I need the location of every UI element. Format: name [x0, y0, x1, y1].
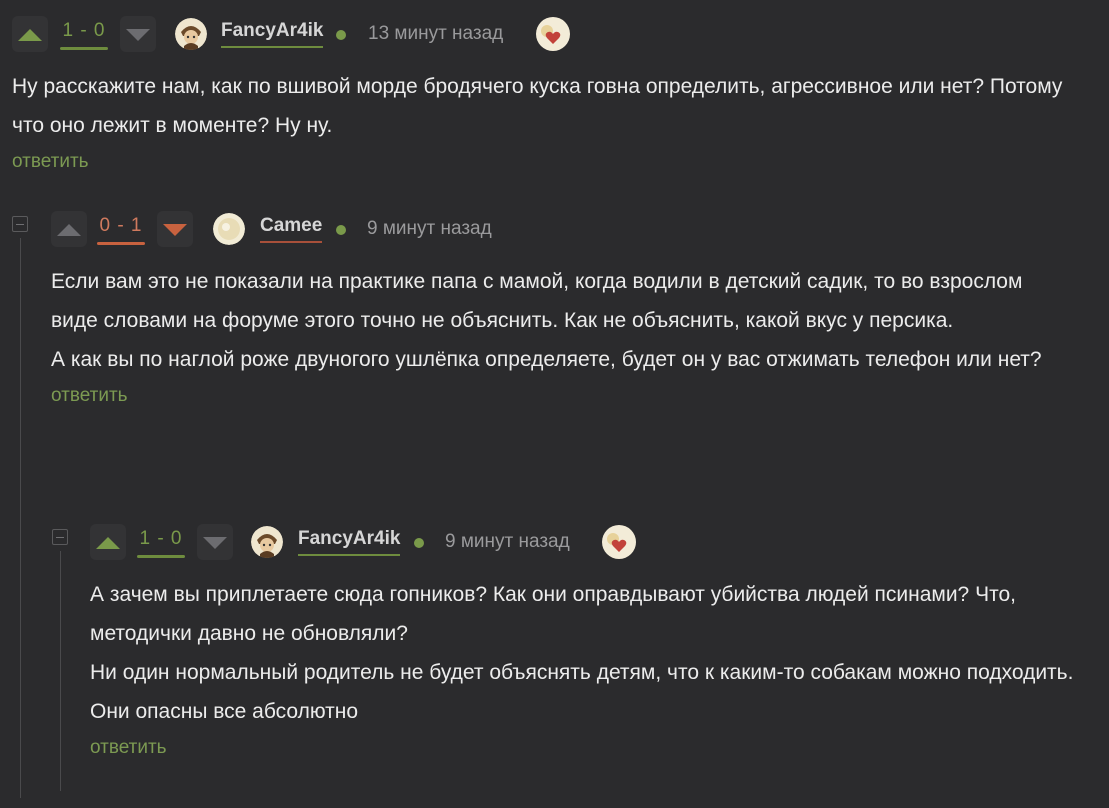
- rating-value: 1 - 0: [139, 528, 183, 549]
- arrow-down-icon: [126, 29, 150, 41]
- upvote-button[interactable]: [51, 211, 87, 247]
- arrow-up-icon: [18, 29, 42, 41]
- comment-text: Ну расскажите нам, как по вшивой морде б…: [12, 75, 1063, 137]
- heart-award-icon[interactable]: [601, 524, 637, 560]
- comment-header: 0 - 1 Camee 9 минут назад: [51, 211, 1091, 251]
- arrow-up-icon: [96, 537, 120, 549]
- upvote-button[interactable]: [90, 524, 126, 560]
- rating-bar: [137, 555, 185, 558]
- thread-line: [20, 238, 21, 798]
- arrow-down-icon: [203, 537, 227, 549]
- timestamp[interactable]: 9 минут назад: [367, 218, 492, 240]
- username[interactable]: Camee: [260, 215, 323, 243]
- comment-text: Если вам это не показали на практике пап…: [51, 262, 1071, 379]
- online-indicator: [336, 30, 346, 40]
- rating-bar: [60, 47, 108, 50]
- reply-link[interactable]: ответить: [51, 385, 128, 407]
- avatar[interactable]: [213, 213, 245, 245]
- comment-1: 1 - 0 FancyAr4ik 13 минут назад Ну расск…: [12, 16, 1082, 173]
- comment-header: 1 - 0 FancyAr4ik 13 минут назад: [12, 16, 1082, 56]
- comment-paragraph: А как вы по наглой роже двуногого ушлёпк…: [51, 348, 1042, 371]
- comment-2: 0 - 1 Camee 9 минут назад Если вам это н…: [51, 211, 1091, 407]
- username[interactable]: FancyAr4ik: [221, 20, 324, 48]
- collapse-icon[interactable]: [12, 216, 28, 232]
- arrow-up-icon: [57, 224, 81, 236]
- downvote-button[interactable]: [197, 524, 233, 560]
- rating-value: 0 - 1: [99, 215, 143, 236]
- comment-header: 1 - 0 FancyAr4ik 9 минут назад: [90, 524, 1100, 564]
- comment-3: 1 - 0 FancyAr4ik 9 минут назад А зачем в…: [90, 524, 1100, 759]
- username[interactable]: FancyAr4ik: [298, 528, 401, 556]
- timestamp[interactable]: 13 минут назад: [368, 23, 503, 45]
- comment-text: А зачем вы приплетаете сюда гопников? Ка…: [90, 575, 1095, 731]
- online-indicator: [414, 538, 424, 548]
- upvote-button[interactable]: [12, 16, 48, 52]
- comment-paragraph: Если вам это не показали на практике пап…: [51, 270, 1023, 332]
- arrow-down-icon: [163, 224, 187, 236]
- reply-link[interactable]: ответить: [12, 151, 89, 173]
- collapse-icon[interactable]: [52, 529, 68, 545]
- comment-paragraph: А зачем вы приплетаете сюда гопников? Ка…: [90, 583, 1016, 645]
- comment-paragraph: Ни один нормальный родитель не будет объ…: [90, 661, 1074, 723]
- downvote-button[interactable]: [157, 211, 193, 247]
- thread-line: [60, 551, 61, 791]
- rating: 0 - 1: [93, 211, 149, 247]
- rating: 1 - 0: [133, 524, 189, 560]
- heart-award-icon[interactable]: [535, 16, 571, 52]
- reply-link[interactable]: ответить: [90, 737, 167, 759]
- downvote-button[interactable]: [120, 16, 156, 52]
- online-indicator: [336, 225, 346, 235]
- avatar[interactable]: [251, 526, 283, 558]
- rating-bar: [97, 242, 145, 245]
- rating: 1 - 0: [56, 16, 112, 52]
- avatar[interactable]: [175, 18, 207, 50]
- timestamp[interactable]: 9 минут назад: [445, 531, 570, 553]
- rating-value: 1 - 0: [62, 20, 106, 41]
